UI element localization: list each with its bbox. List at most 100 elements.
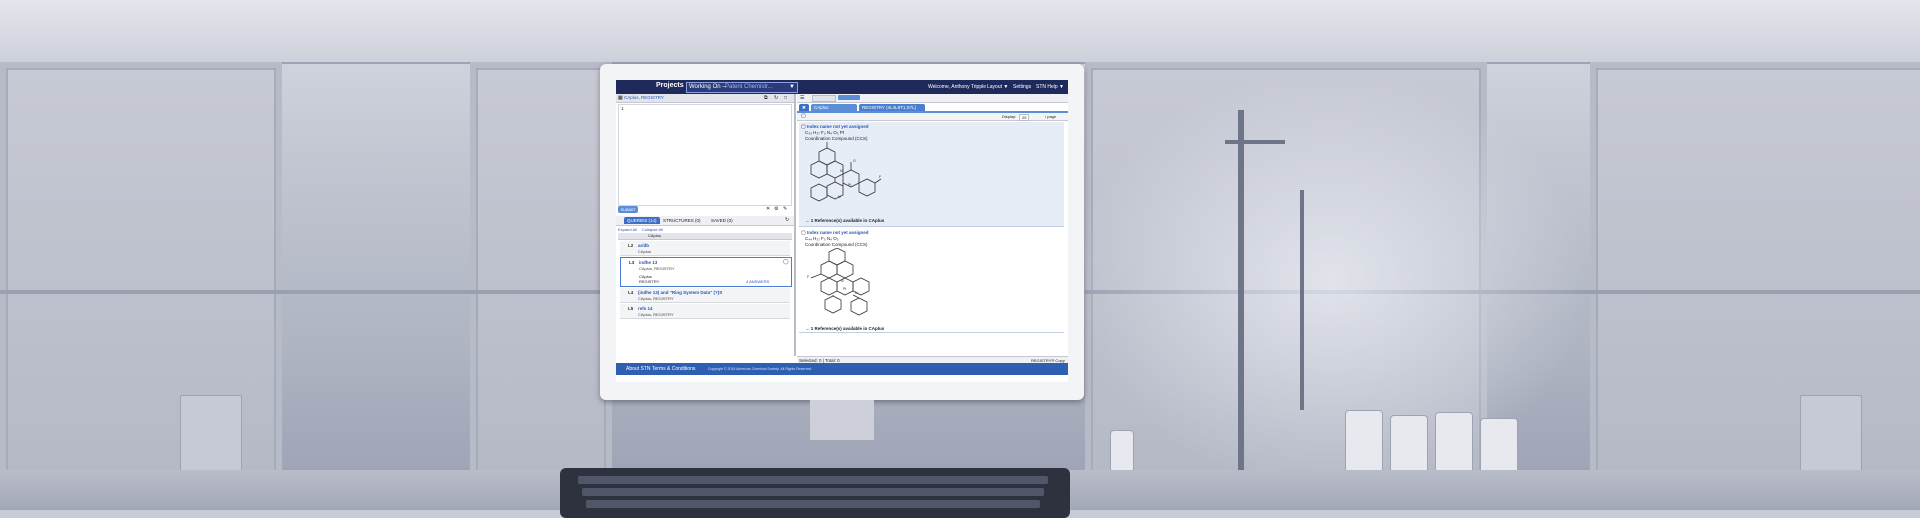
collapse-all-link[interactable]: Collapse All: [642, 227, 663, 232]
stn-application-screen: Projects Working On – Patent Chemistr...…: [616, 80, 1068, 382]
query-row-selected[interactable]: L3 indhe 13 CAplus, REGISTRY CAplus REGI…: [620, 257, 792, 287]
query-text[interactable]: (indhe 13) and "Ring System Data" (?)S: [638, 290, 722, 295]
chemical-structure-image[interactable]: N Pt N F O: [805, 142, 885, 214]
lab-clamp: [1225, 140, 1285, 144]
terms-link[interactable]: Terms & Conditions: [652, 366, 695, 372]
result-name-link[interactable]: Index name not yet assigned: [807, 230, 869, 235]
query-number: L5: [628, 306, 634, 311]
monitor-stand: [810, 400, 874, 440]
result-references-link[interactable]: → 1 Reference(s) available in CAplus: [805, 326, 884, 331]
lab-bottle: [1345, 410, 1383, 474]
clear-icon[interactable]: ✕: [766, 206, 770, 212]
fume-hood-top: [0, 0, 1920, 64]
query-database: CAplus, REGISTRY: [638, 312, 674, 317]
database-icon: ▦: [618, 95, 623, 101]
lab-stand: [1238, 110, 1244, 480]
svg-text:N: N: [840, 169, 843, 173]
svg-text:Pt: Pt: [848, 183, 851, 187]
query-database: CAplus, REGISTRY: [638, 296, 674, 301]
result-class: Coordination Compound (CCS): [805, 242, 868, 247]
svg-text:Pt: Pt: [843, 287, 846, 291]
working-on-prefix: Working On –: [689, 84, 726, 90]
keyboard: [560, 468, 1070, 518]
query-database: CAplus, REGISTRY: [639, 266, 675, 271]
welcome-text: Welcome, Anthony Tripple: [928, 84, 986, 90]
about-stn-link[interactable]: About STN: [626, 366, 650, 372]
result-class: Coordination Compound (CCS): [805, 136, 868, 141]
projects-label[interactable]: Projects: [656, 82, 684, 89]
submit-button[interactable]: SUBMIT: [618, 206, 638, 213]
editor-database-label[interactable]: CAplus, REGISTRY: [624, 95, 664, 100]
copyright-text: Copyright © 2015 American Chemical Socie…: [708, 367, 813, 371]
svg-text:F: F: [879, 175, 881, 179]
query-editor[interactable]: 1: [618, 104, 792, 206]
tab-caplus[interactable]: CAplus: [811, 104, 857, 111]
working-on-select[interactable]: Working On – Patent Chemistr... ▼: [686, 82, 798, 93]
history-tabs: QUERIES (14) STRUCTURES (0) SAVED (0) ↻: [616, 216, 794, 226]
query-row[interactable]: L5 refs 14 CAplus, REGISTRY: [620, 304, 790, 319]
query-column-header: CAplus: [618, 233, 792, 240]
result-formula: C₄₃ H₃₇ F₃ N₄ O₃ Pt: [805, 130, 845, 135]
result-references-link[interactable]: → 1 Reference(s) available in CAplus: [805, 218, 884, 223]
database-tabs: ✖ CAplus REGISTRY (4L4L8T1,S7L): [797, 103, 1068, 113]
select-checkbox[interactable]: ▢: [801, 113, 806, 119]
display-count-select[interactable]: 25: [1019, 114, 1030, 121]
lab-bottle: [1435, 412, 1473, 474]
result-formula: C₄₄ H₃₇ F₃ N₄ O₃: [805, 236, 839, 241]
column-header-label: CAplus: [648, 233, 661, 238]
working-on-value: Patent Chemistr...: [725, 84, 773, 90]
result-item[interactable]: ▢ Index name not yet assigned C₄₃ H₃₇ F₃…: [799, 122, 1064, 227]
options-icon[interactable]: ◯: [783, 259, 789, 265]
svg-text:N: N: [841, 279, 844, 283]
query-text[interactable]: indhe 13: [639, 260, 657, 265]
svg-text:O: O: [853, 159, 856, 163]
tab-registry[interactable]: REGISTRY (4L4L8T1,S7L): [859, 104, 925, 111]
refresh-icon[interactable]: ↻: [785, 217, 789, 223]
footer: About STN Terms & Conditions Copyright ©…: [616, 363, 1068, 375]
chemical-structure-image[interactable]: NPtNF: [805, 248, 885, 320]
list-view-icon[interactable]: ☰: [800, 95, 804, 101]
lab-shelf: [0, 290, 600, 294]
top-navigation-bar: Projects Working On – Patent Chemistr...…: [616, 80, 1068, 94]
lab-bottle: [1390, 415, 1428, 475]
search-box[interactable]: [812, 95, 836, 102]
results-toolbar: ☰: [797, 94, 1068, 103]
query-number: L3: [629, 260, 635, 265]
history-icon[interactable]: ↻: [774, 95, 778, 101]
display-label: Display:: [1002, 114, 1017, 119]
help-menu[interactable]: STN Help ▼: [1036, 84, 1064, 90]
query-text[interactable]: refs 14: [638, 306, 653, 311]
svg-text:N: N: [838, 195, 841, 199]
lab-bottle: [1480, 418, 1518, 474]
display-bar: ▢ Display: 25 / page: [797, 113, 1068, 121]
query-sub-database: REGISTRY: [639, 279, 660, 284]
svg-text:F: F: [807, 275, 809, 279]
edit-icon[interactable]: ✎: [783, 206, 787, 212]
lab-stand: [1300, 190, 1304, 410]
tab-saved[interactable]: SAVED (0): [711, 218, 733, 223]
result-item[interactable]: ▢ Index name not yet assigned C₄₄ H₃₇ F₃…: [799, 228, 1064, 333]
tab-close-icon[interactable]: ✖: [799, 104, 809, 111]
query-panel: ▦ CAplus, REGISTRY ⧉ ↻ □ 1 SUBMIT ✕ ⚙ ✎ …: [616, 94, 796, 356]
query-row[interactable]: L4 (indhe 13) and "Ring System Data" (?)…: [620, 288, 790, 303]
results-panel: ☰ ✖ CAplus REGISTRY (4L4L8T1,S7L) ▢ Disp…: [797, 94, 1068, 356]
lab-window-right: [1590, 62, 1920, 484]
copy-icon[interactable]: ⧉: [764, 95, 768, 101]
settings-link[interactable]: Settings: [1013, 84, 1031, 90]
chevron-down-icon: ▼: [789, 84, 795, 90]
active-filter-button[interactable]: [838, 95, 860, 100]
settings-icon[interactable]: ⚙: [774, 206, 778, 212]
expand-all-link[interactable]: Expand All: [618, 227, 637, 232]
maximize-icon[interactable]: □: [784, 95, 787, 101]
layout-menu[interactable]: Layout ▼: [987, 84, 1008, 90]
query-number: L2: [628, 243, 634, 248]
tab-structures[interactable]: STRUCTURES (0): [663, 218, 701, 223]
result-name-link[interactable]: Index name not yet assigned: [807, 124, 869, 129]
editor-line-number: 1: [621, 106, 624, 111]
lab-beaker: [180, 395, 242, 472]
per-page-label: / page: [1045, 114, 1057, 119]
query-text[interactable]: ar/db: [638, 243, 649, 248]
query-answers-link[interactable]: 4 ANSWERS: [746, 279, 769, 284]
query-row[interactable]: L2 ar/db CAplus: [620, 241, 790, 256]
tab-queries[interactable]: QUERIES (14): [624, 217, 660, 224]
